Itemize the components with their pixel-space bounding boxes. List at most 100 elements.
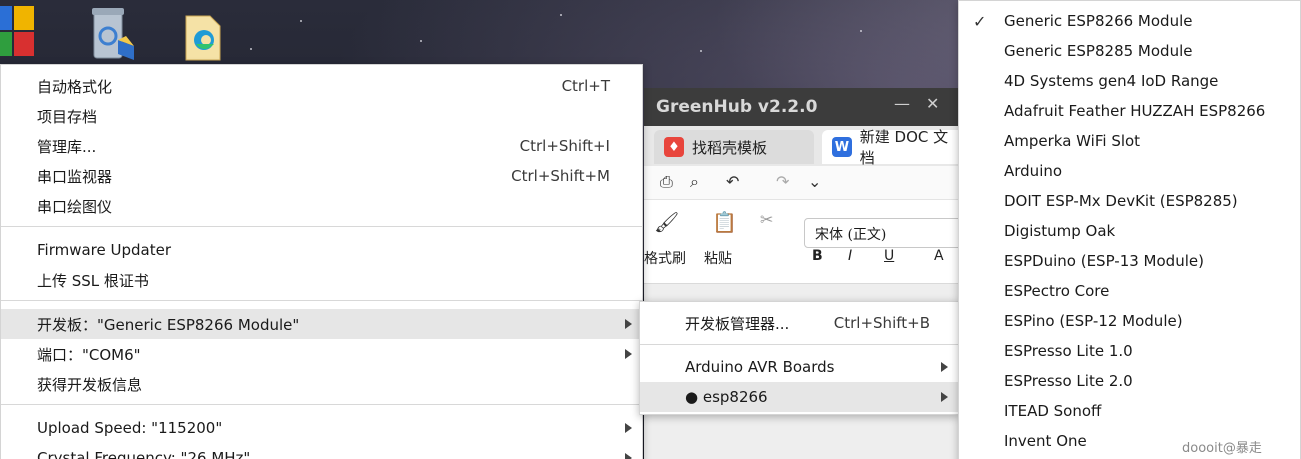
menu-item-label: 串口绘图仪 <box>37 197 113 216</box>
board-item-label: Amperka WiFi Slot <box>1004 132 1141 150</box>
cut-icon[interactable]: ✂ <box>760 210 773 229</box>
board-item[interactable]: ESPresso Lite 1.0 <box>959 336 1300 366</box>
strikethrough-icon[interactable]: A <box>934 248 944 264</box>
menu-item-serial-monitor[interactable]: 串口监视器 Ctrl+Shift+M <box>1 161 642 191</box>
tab-new-doc[interactable]: W 新建 DOC 文档 <box>822 128 972 167</box>
font-name-value: 宋体 (正文) <box>815 227 887 243</box>
menu-item-esp8266[interactable]: ● esp8266 <box>640 382 958 412</box>
italic-icon[interactable]: I <box>848 248 852 264</box>
menu-separator <box>1 404 642 405</box>
menu-item-label: 自动格式化 <box>37 77 113 96</box>
menu-separator <box>1 300 642 301</box>
esp8266-boards-submenu: ✓ Generic ESP8266 Module Generic ESP8285… <box>958 0 1301 459</box>
board-item-label: Adafruit Feather HUZZAH ESP8266 <box>1004 102 1266 120</box>
bold-icon[interactable]: B <box>812 248 823 264</box>
board-item[interactable]: Digistump Oak <box>959 216 1300 246</box>
menu-item-board[interactable]: 开发板："Generic ESP8266 Module" <box>1 309 642 339</box>
board-item-label: DOIT ESP-Mx DevKit (ESP8285) <box>1004 192 1238 210</box>
board-submenu: 开发板管理器... Ctrl+Shift+B Arduino AVR Board… <box>639 301 959 415</box>
print-icon[interactable]: ⎙ <box>660 172 673 192</box>
tab-docer-templates[interactable]: ♦ 找稻壳模板 <box>654 130 814 164</box>
submenu-arrow-icon <box>941 392 948 402</box>
board-item-label: ESPresso Lite 1.0 <box>1004 342 1133 360</box>
tools-menu: 自动格式化 Ctrl+T 项目存档 管理库... Ctrl+Shift+I 串口… <box>0 64 643 459</box>
board-item-label: Generic ESP8285 Module <box>1004 42 1193 60</box>
board-item[interactable]: Generic ESP8285 Module <box>959 36 1300 66</box>
print-preview-icon[interactable]: ⌕ <box>690 172 699 192</box>
minimize-icon[interactable]: — <box>894 94 910 113</box>
board-item-label: 4D Systems gen4 IoD Range <box>1004 72 1219 90</box>
menu-item-firmware-updater[interactable]: Firmware Updater <box>1 235 642 265</box>
board-item[interactable]: Arduino <box>959 156 1300 186</box>
star <box>860 30 862 32</box>
menu-item-serial-plotter[interactable]: 串口绘图仪 <box>1 191 642 221</box>
window-title: GreenHub v2.2.0 <box>656 97 818 117</box>
menu-item-label: 开发板管理器... <box>685 314 790 333</box>
recycle-bin-icon[interactable] <box>88 6 134 60</box>
board-item[interactable]: Adafruit Feather HUZZAH ESP8266 <box>959 96 1300 126</box>
board-item[interactable]: Amperka WiFi Slot <box>959 126 1300 156</box>
menu-item-shortcut: Ctrl+Shift+I <box>519 137 610 155</box>
chevron-down-icon[interactable]: ⌄ <box>808 172 821 191</box>
board-item-label: ITEAD Sonoff <box>1004 402 1102 420</box>
menu-item-get-board-info[interactable]: 获得开发板信息 <box>1 369 642 399</box>
board-item-label: ESPresso Lite 2.0 <box>1004 372 1133 390</box>
redo-icon[interactable]: ↷ <box>776 172 789 191</box>
star <box>700 50 702 52</box>
menu-item-label: Firmware Updater <box>37 241 172 259</box>
underline-icon[interactable]: U <box>884 248 894 264</box>
menu-item-crystal-frequency[interactable]: Crystal Frequency: "26 MHz" <box>1 443 642 459</box>
menu-item-port[interactable]: 端口："COM6" <box>1 339 642 369</box>
windows-tiles-icon[interactable] <box>0 6 36 58</box>
board-item-label: ESPino (ESP-12 Module) <box>1004 312 1183 330</box>
menu-item-label: Upload Speed: "115200" <box>37 419 223 437</box>
wps-writer-icon: W <box>832 137 852 157</box>
tab-bar: ♦ 找稻壳模板 W 新建 DOC 文档 <box>644 126 972 167</box>
menu-item-shortcut: Ctrl+Shift+B <box>833 314 930 332</box>
board-item[interactable]: ESPDuino (ESP-13 Module) <box>959 246 1300 276</box>
star <box>300 20 302 22</box>
menu-item-manage-libraries[interactable]: 管理库... Ctrl+Shift+I <box>1 131 642 161</box>
menu-item-auto-format[interactable]: 自动格式化 Ctrl+T <box>1 71 642 101</box>
menu-item-boards-manager[interactable]: 开发板管理器... Ctrl+Shift+B <box>640 308 958 338</box>
menu-item-archive-sketch[interactable]: 项目存档 <box>1 101 642 131</box>
menu-item-label: ● esp8266 <box>685 388 768 406</box>
menu-item-label: 管理库... <box>37 137 97 156</box>
format-painter-icon[interactable]: 🖌 <box>654 210 679 234</box>
submenu-arrow-icon <box>625 453 632 459</box>
star <box>420 40 422 42</box>
menu-item-label: Crystal Frequency: "26 MHz" <box>37 449 251 459</box>
board-item[interactable]: ESPectro Core <box>959 276 1300 306</box>
star <box>250 48 252 50</box>
board-item[interactable]: 4D Systems gen4 IoD Range <box>959 66 1300 96</box>
board-item[interactable]: ESPresso Lite 2.0 <box>959 366 1300 396</box>
menu-item-arduino-avr-boards[interactable]: Arduino AVR Boards <box>640 352 958 382</box>
board-item-label: Generic ESP8266 Module <box>1004 12 1193 30</box>
font-name-select[interactable]: 宋体 (正文) <box>804 218 964 248</box>
board-item-label: Invent One <box>1004 432 1087 450</box>
board-item[interactable]: ESPino (ESP-12 Module) <box>959 306 1300 336</box>
close-icon[interactable]: ✕ <box>926 94 939 113</box>
paste-label: 粘贴 <box>704 251 732 267</box>
board-item[interactable]: ✓ Generic ESP8266 Module <box>959 6 1300 36</box>
edge-file-icon[interactable] <box>182 6 226 61</box>
tab-label: 找稻壳模板 <box>692 138 768 157</box>
star <box>560 14 562 16</box>
menu-item-label: 串口监视器 <box>37 167 113 186</box>
menu-item-label: Arduino AVR Boards <box>685 358 835 376</box>
checkmark-icon: ✓ <box>973 11 987 31</box>
board-item-label: Arduino <box>1004 162 1063 180</box>
menu-item-upload-ssl-root-certificates[interactable]: 上传 SSL 根证书 <box>1 265 642 295</box>
watermark: doooit@暴走 <box>1182 441 1262 456</box>
paste-icon[interactable]: 📋 <box>712 210 737 234</box>
menu-item-label: 端口："COM6" <box>37 345 141 364</box>
submenu-arrow-icon <box>941 362 948 372</box>
menu-item-label: 开发板："Generic ESP8266 Module" <box>37 315 300 334</box>
undo-icon[interactable]: ↶ <box>726 172 739 191</box>
menu-item-upload-speed[interactable]: Upload Speed: "115200" <box>1 413 642 443</box>
board-item[interactable]: DOIT ESP-Mx DevKit (ESP8285) <box>959 186 1300 216</box>
tab-label: 新建 DOC 文档 <box>859 128 949 167</box>
submenu-arrow-icon <box>625 319 632 329</box>
submenu-arrow-icon <box>625 423 632 433</box>
board-item[interactable]: ITEAD Sonoff <box>959 396 1300 426</box>
